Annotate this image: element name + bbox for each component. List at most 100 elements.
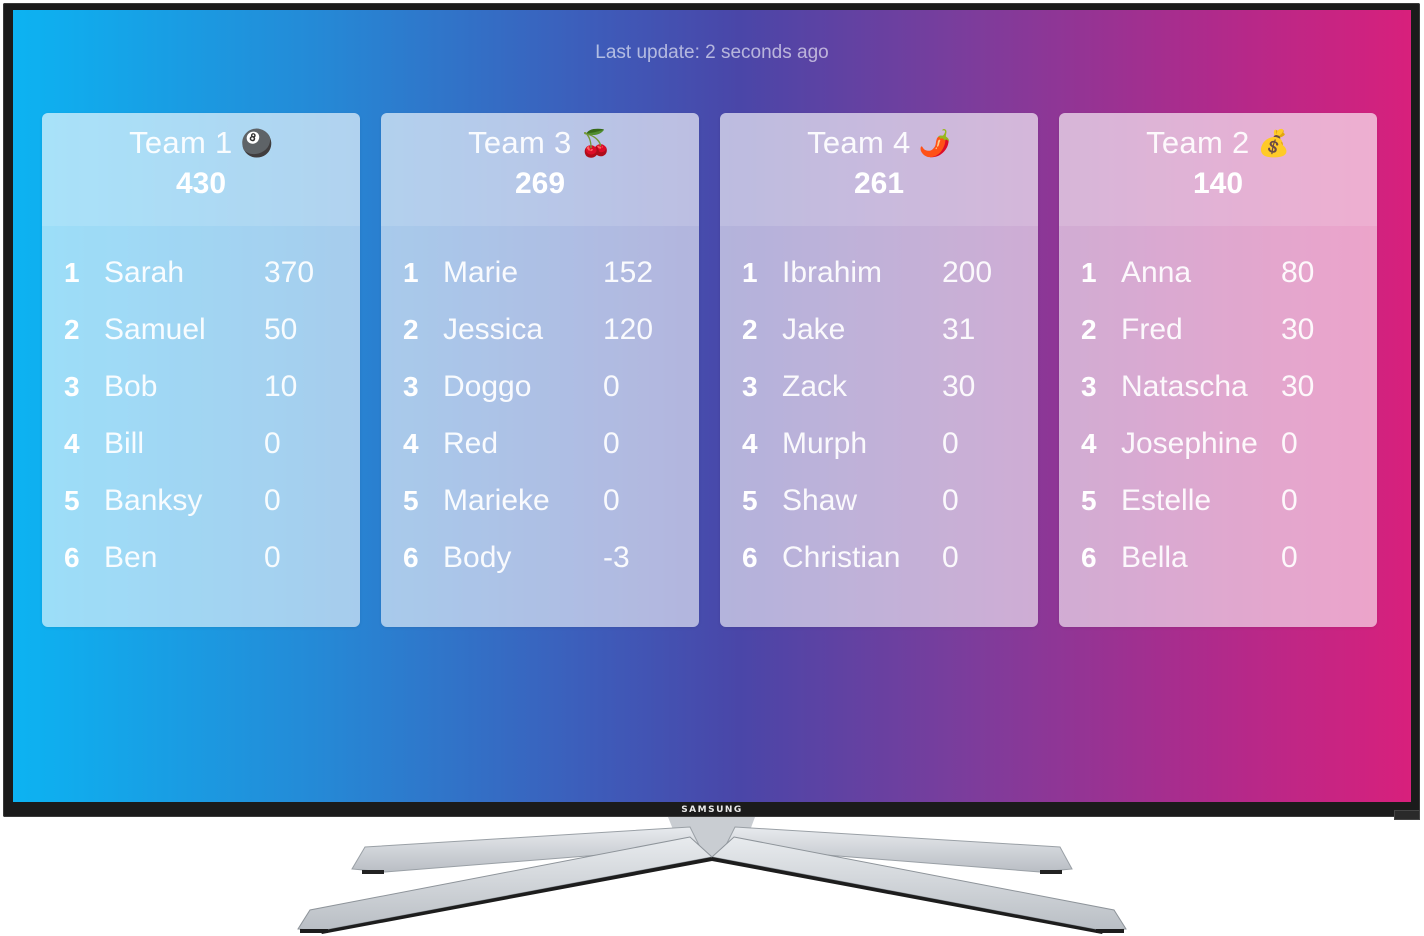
player-rank: 2 [64,313,80,345]
player-rank: 2 [1081,313,1097,345]
player-name: Fred [1121,312,1183,346]
player-rank: 6 [742,541,758,573]
tv-brand-logo: SAMSUNG [681,804,743,815]
team-name: Team 2 [1146,125,1250,160]
player-score: 0 [942,483,959,517]
tv-stand [297,817,1127,934]
player-score: 30 [942,369,976,403]
billiard-8-ball-icon: 🎱 [240,128,273,158]
team-card: Team 3 🍒 269 1 Marie 152 2 Jessica 120 3 Dogg… [381,113,699,627]
chili-pepper-icon: 🌶️ [918,128,951,158]
player-list: 1 Anna 80 2 Fred 30 3 Natascha 30 4 Josephine 0 … [1059,226,1377,627]
player-row: 5 Banksy 0 [42,472,360,529]
player-row: 1 Marie 152 [381,244,699,301]
player-row: 6 Bella 0 [1059,529,1377,586]
player-score: 0 [603,426,620,460]
player-row: 6 Body -3 [381,529,699,586]
team-total-score: 140 [1192,167,1244,200]
player-rank: 1 [742,256,758,288]
player-rank: 1 [403,256,419,288]
player-list: 1 Ibrahim 200 2 Jake 31 3 Zack 30 4 Murph 0 5 Sha… [720,226,1038,627]
player-score: 0 [264,540,281,574]
player-score: 0 [1281,483,1298,517]
player-rank: 1 [64,256,80,288]
cherries-icon: 🍒 [579,128,612,158]
player-name: Banksy [104,483,203,517]
player-name: Jake [782,312,846,346]
player-row: 4 Josephine 0 [1059,415,1377,472]
player-list: 1 Sarah 370 2 Samuel 50 3 Bob 10 4 Bill 0 5 Banks… [42,226,360,627]
player-row: 1 Anna 80 [1059,244,1377,301]
player-name: Zack [782,369,848,403]
player-score: 0 [603,483,620,517]
player-row: 2 Jessica 120 [381,301,699,358]
player-row: 1 Ibrahim 200 [720,244,1038,301]
player-score: -3 [603,540,630,574]
player-score: 31 [942,312,976,346]
player-rank: 4 [1081,427,1097,459]
player-name: Red [443,426,499,460]
player-name: Bill [104,426,145,460]
team-card: Team 4 🌶️ 261 1 Ibrahim 200 2 Jake 31 3 Zack 3… [720,113,1038,627]
player-score: 0 [942,426,959,460]
player-name: Estelle [1121,483,1212,517]
player-rank: 5 [1081,484,1097,516]
player-row: 3 Zack 30 [720,358,1038,415]
player-rank: 3 [742,370,758,402]
player-rank: 3 [1081,370,1097,402]
player-row: 3 Doggo 0 [381,358,699,415]
player-row: 1 Sarah 370 [42,244,360,301]
player-score: 30 [1281,369,1315,403]
player-row: 6 Ben 0 [42,529,360,586]
player-row: 5 Marieke 0 [381,472,699,529]
player-score: 10 [264,369,298,403]
player-name: Jessica [443,312,544,346]
money-bag-icon: 💰 [1257,128,1290,158]
leaderboard: Team 1 🎱 430 1 Sarah 370 2 Samuel 50 3 Bob 10 … [42,113,1382,627]
player-name: Ben [104,540,158,574]
player-score: 152 [603,255,654,289]
team-card: Team 2 💰 140 1 Anna 80 2 Fred 30 3 Natascha 30… [1059,113,1377,627]
player-rank: 4 [403,427,419,459]
player-name: Bob [104,369,158,403]
player-name: Shaw [782,483,858,517]
player-row: 4 Bill 0 [42,415,360,472]
player-list: 1 Marie 152 2 Jessica 120 3 Doggo 0 4 Red 0 5 Mar… [381,226,699,627]
team-card: Team 1 🎱 430 1 Sarah 370 2 Samuel 50 3 Bob 10 … [42,113,360,627]
player-name: Christian [782,540,901,574]
player-name: Murph [782,426,868,460]
player-score: 0 [264,426,281,460]
player-name: Josephine [1121,426,1258,460]
player-row: 2 Jake 31 [720,301,1038,358]
player-rank: 3 [64,370,80,402]
last-update-status: Last update: 2 seconds ago [595,42,829,63]
player-rank: 2 [403,313,419,345]
player-row: 5 Shaw 0 [720,472,1038,529]
player-rank: 5 [403,484,419,516]
team-header: Team 3 🍒 269 [381,113,699,226]
player-row: 2 Samuel 50 [42,301,360,358]
player-rank: 4 [64,427,80,459]
tv-logo-strip: SAMSUNG [13,802,1411,817]
player-rank: 6 [1081,541,1097,573]
player-rank: 2 [742,313,758,345]
player-score: 30 [1281,312,1315,346]
player-score: 0 [1281,426,1298,460]
player-name: Sarah [104,255,185,289]
player-name: Samuel [104,312,206,346]
player-row: 4 Red 0 [381,415,699,472]
player-score: 0 [1281,540,1298,574]
player-name: Anna [1121,255,1192,289]
team-total-score: 261 [853,167,905,200]
player-rank: 3 [403,370,419,402]
team-name: Team 1 [129,125,233,160]
player-row: 3 Bob 10 [42,358,360,415]
player-row: 4 Murph 0 [720,415,1038,472]
player-score: 370 [264,255,315,289]
player-row: 2 Fred 30 [1059,301,1377,358]
player-rank: 4 [742,427,758,459]
player-name: Bella [1121,540,1188,574]
team-total-score: 269 [514,167,566,200]
player-score: 0 [264,483,281,517]
player-rank: 6 [64,541,80,573]
